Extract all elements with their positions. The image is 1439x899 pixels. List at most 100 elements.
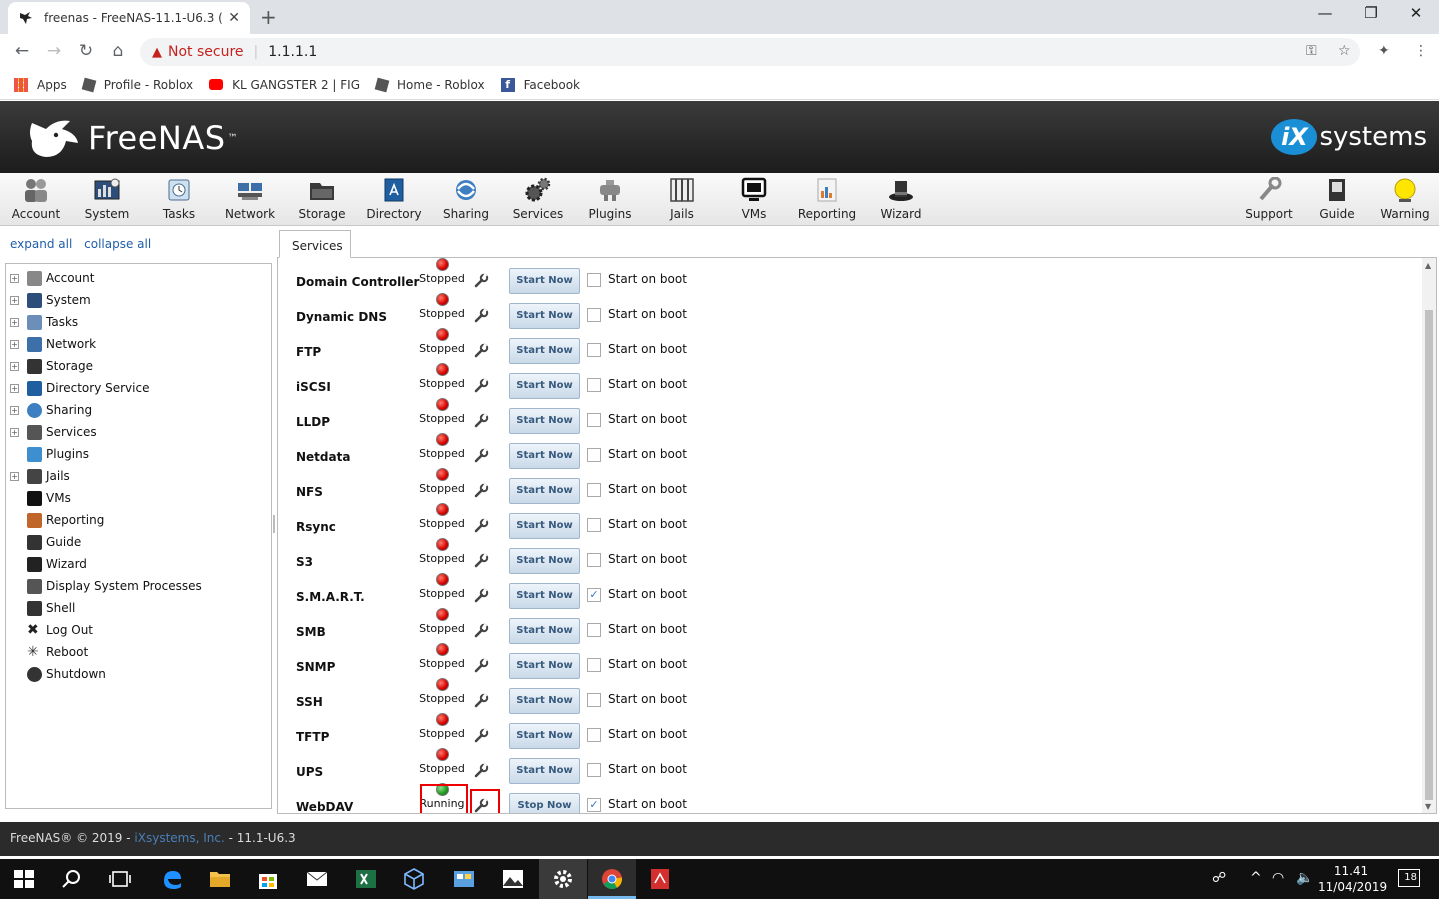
windows-start-icon[interactable] xyxy=(12,867,36,891)
start-now-button[interactable]: Start Now xyxy=(509,373,580,399)
start-on-boot-checkbox[interactable] xyxy=(587,273,601,287)
forward-arrow-icon[interactable]: → xyxy=(42,41,66,61)
start-on-boot-checkbox[interactable] xyxy=(587,763,601,777)
back-arrow-icon[interactable]: ← xyxy=(10,41,34,61)
wrench-icon[interactable] xyxy=(473,273,489,289)
expand-toggle-icon[interactable]: + xyxy=(10,405,19,415)
toolbar-plugins[interactable]: Plugins xyxy=(574,177,646,221)
wrench-icon[interactable] xyxy=(473,623,489,639)
tree-item-storage[interactable]: + Storage xyxy=(6,355,271,377)
wrench-icon[interactable] xyxy=(473,763,489,779)
collapse-all-link[interactable]: collapse all xyxy=(84,237,151,251)
mail-icon[interactable] xyxy=(305,867,329,891)
reload-icon[interactable]: ↻ xyxy=(74,41,98,61)
chrome-icon[interactable] xyxy=(600,867,624,891)
wrench-icon[interactable] xyxy=(473,308,489,324)
start-now-button[interactable]: Start Now xyxy=(509,443,580,469)
home-icon[interactable]: ⌂ xyxy=(106,41,130,61)
expand-toggle-icon[interactable]: + xyxy=(10,339,19,349)
pdf-reader-icon[interactable] xyxy=(648,867,672,891)
toolbar-account[interactable]: Account xyxy=(0,177,72,221)
bookmark-star-icon[interactable]: ☆ xyxy=(1338,43,1351,59)
tree-item-shell[interactable]: Shell xyxy=(6,597,271,619)
tree-item-vms[interactable]: VMs xyxy=(6,487,271,509)
bookmark-profile-roblox[interactable]: Profile - Roblox xyxy=(81,77,193,92)
tree-item-reboot[interactable]: ✳ Reboot xyxy=(6,641,271,663)
start-on-boot-checkbox[interactable] xyxy=(587,658,601,672)
stop-now-button[interactable]: Stop Now xyxy=(509,793,580,813)
footer-company-link[interactable]: iXsystems, Inc. xyxy=(134,831,224,845)
wrench-icon[interactable] xyxy=(473,518,489,534)
toolbar-network[interactable]: Network xyxy=(214,177,286,221)
task-view-icon[interactable] xyxy=(108,867,132,891)
start-on-boot-checkbox[interactable] xyxy=(587,518,601,532)
search-icon[interactable] xyxy=(60,867,84,891)
toolbar-tasks[interactable]: Tasks xyxy=(143,177,215,221)
bookmark-apps[interactable]: Apps xyxy=(14,77,67,92)
start-now-button[interactable]: Start Now xyxy=(509,653,580,679)
start-now-button[interactable]: Start Now xyxy=(509,303,580,329)
ixsystems-logo[interactable]: iX systems xyxy=(1271,119,1427,155)
bookmark-youtube[interactable]: KL GANGSTER 2 | FIG xyxy=(209,78,360,92)
expand-toggle-icon[interactable]: + xyxy=(10,471,19,481)
toolbar-jails[interactable]: Jails xyxy=(646,177,718,221)
toolbar-wizard[interactable]: Wizard xyxy=(865,177,937,221)
start-now-button[interactable]: Start Now xyxy=(509,688,580,714)
scroll-down-icon[interactable]: ▼ xyxy=(1425,802,1431,811)
wrench-icon[interactable] xyxy=(473,693,489,709)
expand-toggle-icon[interactable]: + xyxy=(10,273,19,283)
expand-toggle-icon[interactable]: + xyxy=(10,361,19,371)
wrench-icon[interactable] xyxy=(473,343,489,359)
url-field[interactable]: ▲ Not secure | 1.1.1.1 xyxy=(140,38,1360,66)
toolbar-directory[interactable]: Directory xyxy=(358,177,430,221)
start-on-boot-checkbox[interactable] xyxy=(587,728,601,742)
tree-item-jails[interactable]: + Jails xyxy=(6,465,271,487)
wrench-icon[interactable] xyxy=(473,483,489,499)
edge-browser-icon[interactable] xyxy=(160,867,184,891)
scroll-up-icon[interactable]: ▲ xyxy=(1425,261,1431,270)
tree-item-plugins[interactable]: Plugins xyxy=(6,443,271,465)
start-on-boot-checkbox[interactable] xyxy=(587,448,601,462)
store-icon[interactable] xyxy=(256,867,280,891)
toolbar-support[interactable]: Support xyxy=(1233,177,1305,221)
start-now-button[interactable]: Start Now xyxy=(509,338,580,364)
tree-item-log-out[interactable]: ✖ Log Out xyxy=(6,619,271,641)
tree-item-sharing[interactable]: + Sharing xyxy=(6,399,271,421)
start-on-boot-checkbox[interactable]: ✓ xyxy=(587,588,601,602)
tree-item-display-system-processes[interactable]: Display System Processes xyxy=(6,575,271,597)
wifi-icon[interactable]: ◠ xyxy=(1272,870,1284,886)
toolbar-warning[interactable]: Warning xyxy=(1369,177,1439,221)
menu-dots-icon[interactable]: ⋮ xyxy=(1414,43,1428,59)
taskbar-clock[interactable]: 11.41 11/04/2019 xyxy=(1318,863,1387,895)
browser-tab[interactable]: freenas - FreeNAS-11.1-U6.3 (35c ✕ xyxy=(8,2,250,34)
excel-icon[interactable] xyxy=(354,867,378,891)
url-text[interactable]: 1.1.1.1 xyxy=(268,44,317,60)
start-now-button[interactable]: Start Now xyxy=(509,268,580,294)
volume-icon[interactable]: 🔈 xyxy=(1296,870,1313,886)
3d-box-icon[interactable] xyxy=(402,867,426,891)
start-on-boot-checkbox[interactable] xyxy=(587,623,601,637)
new-tab-button[interactable]: + xyxy=(260,5,277,29)
tree-item-shutdown[interactable]: Shutdown xyxy=(6,663,271,685)
toolbar-sharing[interactable]: Sharing xyxy=(430,177,502,221)
maximize-button[interactable]: ❐ xyxy=(1348,4,1394,22)
tree-item-reporting[interactable]: Reporting xyxy=(6,509,271,531)
extension-icon[interactable]: ✦ xyxy=(1378,43,1390,59)
start-on-boot-checkbox[interactable] xyxy=(587,308,601,322)
security-label[interactable]: Not secure xyxy=(168,44,244,60)
tree-item-account[interactable]: + Account xyxy=(6,267,271,289)
wrench-icon[interactable] xyxy=(473,553,489,569)
toolbar-storage[interactable]: Storage xyxy=(286,177,358,221)
start-now-button[interactable]: Start Now xyxy=(509,408,580,434)
action-center-icon[interactable]: 18 xyxy=(1398,869,1420,887)
start-now-button[interactable]: Start Now xyxy=(509,758,580,784)
freenas-logo[interactable]: FreeNAS ™ xyxy=(26,115,238,161)
key-icon[interactable]: ⚿ xyxy=(1306,43,1317,59)
start-now-button[interactable]: Start Now xyxy=(509,513,580,539)
start-on-boot-checkbox[interactable] xyxy=(587,413,601,427)
toolbar-guide[interactable]: Guide xyxy=(1301,177,1373,221)
minimize-button[interactable]: — xyxy=(1302,4,1348,22)
wrench-icon[interactable] xyxy=(473,448,489,464)
bookmark-home-roblox[interactable]: Home - Roblox xyxy=(374,77,485,92)
wrench-icon[interactable] xyxy=(473,413,489,429)
